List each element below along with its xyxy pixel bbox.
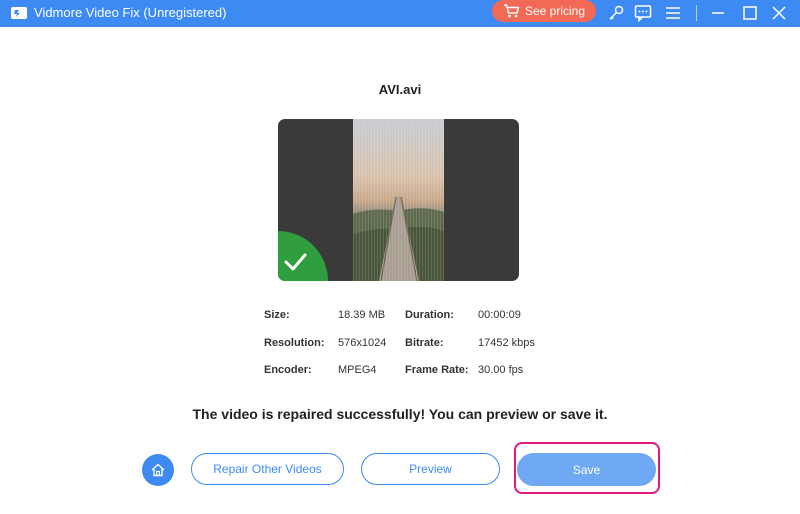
duration-label: Duration: — [405, 309, 454, 321]
preview-label: Preview — [409, 462, 452, 476]
size-value: 18.39 MB — [338, 309, 386, 321]
save-label: Save — [572, 462, 601, 477]
encoder-label: Encoder: — [264, 364, 312, 376]
framerate-label: Frame Rate: — [405, 364, 469, 376]
file-name: AVI.avi — [378, 82, 422, 97]
title-bar: Vidmore Video Fix (Unregistered) See pri… — [0, 0, 800, 27]
menu-icon[interactable] — [663, 3, 683, 23]
video-preview — [278, 119, 519, 281]
minimize-icon[interactable] — [708, 3, 728, 23]
info-column-values-right: 00:00:09 17452 kbps 30.00 fps — [478, 309, 535, 392]
close-icon[interactable] — [769, 3, 789, 23]
feedback-icon[interactable] — [633, 3, 653, 23]
info-column-labels-right: Duration: Bitrate: Frame Rate: — [405, 309, 469, 392]
video-thumbnail — [353, 119, 444, 281]
home-icon — [151, 463, 165, 477]
key-icon[interactable] — [606, 3, 626, 23]
see-pricing-button[interactable]: See pricing — [492, 0, 596, 22]
resolution-label: Resolution: — [264, 336, 325, 349]
cart-icon — [503, 4, 520, 18]
resolution-value: 576x1024 — [338, 336, 387, 349]
preview-button[interactable]: Preview — [361, 453, 500, 485]
home-button[interactable] — [142, 454, 174, 486]
maximize-icon[interactable] — [740, 3, 760, 23]
repair-other-videos-label: Repair Other Videos — [213, 462, 322, 476]
size-label: Size: — [264, 309, 290, 321]
repair-other-videos-button[interactable]: Repair Other Videos — [191, 453, 344, 485]
success-message: The video is repaired successfully! You … — [192, 406, 608, 422]
app-logo-icon — [11, 7, 27, 19]
window-title: Vidmore Video Fix (Unregistered) — [34, 5, 227, 20]
bitrate-value: 17452 kbps — [478, 336, 535, 349]
info-column-values-left: 18.39 MB 576x1024 MPEG4 — [338, 309, 386, 392]
encoder-value: MPEG4 — [338, 364, 377, 376]
framerate-value: 30.00 fps — [478, 364, 524, 376]
titlebar-divider — [696, 5, 697, 21]
see-pricing-label: See pricing — [524, 4, 586, 18]
duration-value: 00:00:09 — [478, 309, 521, 321]
success-check-icon — [278, 231, 328, 281]
info-column-labels-left: Size: Resolution: Encoder: — [264, 309, 325, 392]
bitrate-label: Bitrate: — [405, 336, 444, 349]
save-button[interactable]: Save — [517, 453, 656, 486]
